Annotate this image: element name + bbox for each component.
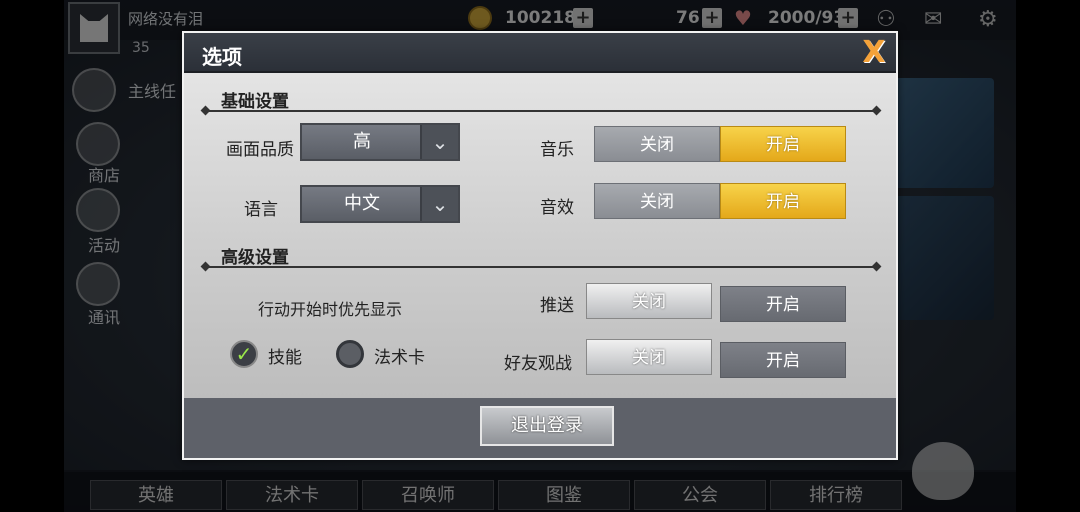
language-label: 语言 — [244, 200, 278, 220]
graphics-dropdown[interactable]: 高 ⌄ — [300, 123, 460, 161]
friend-watch-label: 好友观战 — [504, 354, 572, 374]
sound-off-button[interactable]: 关闭 — [594, 183, 720, 219]
chevron-down-icon[interactable]: ⌄ — [420, 125, 458, 159]
priority-label: 行动开始时优先显示 — [258, 300, 403, 319]
skill-label[interactable]: 技能 — [268, 343, 302, 368]
chevron-down-icon[interactable]: ⌄ — [420, 187, 458, 221]
graphics-value: 高 — [353, 131, 371, 152]
language-dropdown[interactable]: 中文 ⌄ — [300, 185, 460, 223]
spell-card-label[interactable]: 法术卡 — [374, 343, 425, 368]
options-dialog: 选项 X 基础设置 画面品质 高 ⌄ 语言 中文 ⌄ 音乐 关闭 开启 音效 关… — [182, 31, 898, 460]
music-label: 音乐 — [540, 140, 574, 160]
dialog-body: 基础设置 画面品质 高 ⌄ 语言 中文 ⌄ 音乐 关闭 开启 音效 关闭 开启 … — [184, 73, 896, 398]
section-divider — [206, 110, 876, 112]
push-label: 推送 — [540, 296, 574, 316]
graphics-label: 画面品质 — [226, 140, 294, 160]
language-value: 中文 — [344, 193, 380, 214]
basic-settings-heading: 基础设置 — [221, 92, 289, 112]
dialog-title: 选项 — [202, 45, 242, 69]
sound-on-button[interactable]: 开启 — [720, 183, 846, 219]
spell-card-radio[interactable] — [336, 340, 364, 368]
sound-label: 音效 — [540, 198, 574, 218]
friend-watch-off-button[interactable]: 关闭 — [586, 339, 712, 375]
skill-radio[interactable]: ✓ — [230, 340, 258, 368]
music-off-button[interactable]: 关闭 — [594, 126, 720, 162]
friend-watch-on-button[interactable]: 开启 — [720, 342, 846, 378]
close-button[interactable]: X — [858, 37, 890, 69]
music-on-button[interactable]: 开启 — [720, 126, 846, 162]
dialog-header: 选项 X — [184, 33, 896, 73]
push-on-button[interactable]: 开启 — [720, 286, 846, 322]
advanced-settings-heading: 高级设置 — [221, 248, 289, 268]
logout-button[interactable]: 退出登录 — [480, 406, 614, 446]
section-divider — [206, 266, 876, 268]
push-off-button[interactable]: 关闭 — [586, 283, 712, 319]
